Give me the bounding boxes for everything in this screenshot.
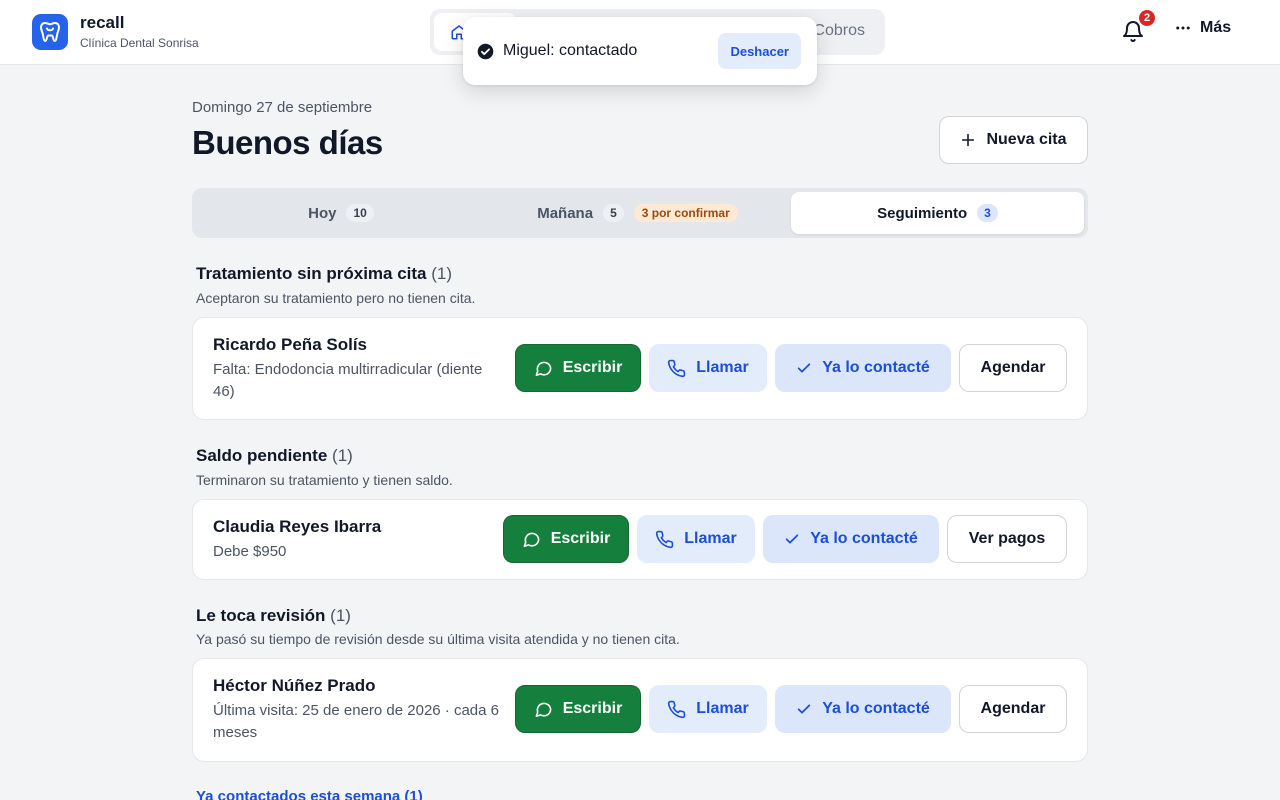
more-dots-icon (1174, 19, 1192, 37)
view-payments-button[interactable]: Ver pagos (947, 515, 1067, 563)
mark-contacted-button[interactable]: Ya lo contacté (775, 344, 951, 392)
phone-icon (655, 530, 674, 549)
patient-card: Claudia Reyes Ibarra Debe $950 Escribir … (192, 499, 1088, 580)
check-icon (784, 531, 800, 547)
section-title-text: Tratamiento sin próxima cita (196, 264, 427, 283)
write-button[interactable]: Escribir (503, 515, 629, 563)
write-label: Escribir (550, 530, 611, 547)
tab-count: 3 (977, 204, 998, 222)
tab-count: 10 (346, 204, 374, 222)
check-icon (796, 360, 812, 376)
phone-icon (667, 359, 686, 378)
nav-item-cobros[interactable]: Cobros (813, 22, 865, 40)
schedule-button[interactable]: Agendar (959, 344, 1067, 392)
section-count: (1) (431, 264, 453, 283)
patient-name[interactable]: Ricardo Peña Solís (213, 335, 367, 355)
call-label: Llamar (684, 530, 737, 547)
new-appointment-button[interactable]: Nueva cita (939, 116, 1088, 164)
mark-contacted-button[interactable]: Ya lo contacté (763, 515, 939, 563)
toast-notification: Miguel: contactado Deshacer (463, 17, 817, 85)
section-title-text: Saldo pendiente (196, 446, 328, 465)
mark-contacted-button[interactable]: Ya lo contacté (775, 685, 951, 733)
call-button[interactable]: Llamar (649, 685, 767, 733)
section-description: Terminaron su tratamiento y tienen saldo… (196, 472, 453, 488)
patient-detail: Falta: Endodoncia multirradicular (dient… (213, 361, 483, 400)
section-title-balance: Saldo pendiente (1) (196, 446, 353, 466)
mark-contacted-label: Ya lo contacté (822, 700, 930, 717)
tab-hoy[interactable]: Hoy 10 (196, 192, 486, 234)
patient-detail: Última visita: 25 de enero de 2026 · cad… (213, 702, 500, 741)
mark-contacted-label: Ya lo contacté (822, 359, 930, 376)
patient-detail: Debe $950 (213, 543, 287, 560)
section-title-checkup: Le toca revisión (1) (196, 606, 351, 626)
more-label: Más (1200, 19, 1232, 36)
call-label: Llamar (696, 359, 749, 376)
page-title: Buenos días (192, 124, 383, 161)
tab-manana[interactable]: Mañana 5 3 por confirmar (490, 192, 785, 234)
section-count: (1) (330, 606, 351, 625)
patient-card: Héctor Núñez Prado Última visita: 25 de … (192, 658, 1088, 762)
current-date: Domingo 27 de septiembre (192, 99, 373, 116)
section-title-treatment: Tratamiento sin próxima cita (1) (196, 264, 452, 284)
call-button[interactable]: Llamar (649, 344, 767, 392)
patient-name[interactable]: Claudia Reyes Ibarra (213, 517, 381, 537)
chat-bubble-icon (522, 530, 541, 549)
call-label: Llamar (696, 700, 749, 717)
tab-count: 5 (603, 204, 624, 222)
undo-button[interactable]: Deshacer (718, 33, 801, 69)
pending-confirm-badge: 3 por confirmar (633, 204, 738, 222)
plus-icon (960, 132, 976, 148)
chat-bubble-icon (534, 359, 553, 378)
card-actions: Escribir Llamar Ya lo contacté Agendar (515, 685, 1067, 733)
patient-card: Ricardo Peña Solís Falta: Endodoncia mul… (192, 317, 1088, 420)
tab-seguimiento[interactable]: Seguimiento 3 (791, 192, 1084, 234)
toast-message: Miguel: contactado (503, 42, 638, 59)
write-button[interactable]: Escribir (515, 685, 641, 733)
clinic-name: Clínica Dental Sonrisa (80, 36, 199, 50)
more-menu-button[interactable]: Más (1174, 19, 1231, 37)
section-title-text: Le toca revisión (196, 606, 326, 625)
schedule-button[interactable]: Agendar (959, 685, 1067, 733)
check-icon (796, 701, 812, 717)
call-button[interactable]: Llamar (637, 515, 755, 563)
notification-badge: 2 (1137, 8, 1157, 28)
tab-label: Seguimiento (877, 204, 968, 222)
tab-label: Hoy (308, 204, 337, 222)
phone-icon (667, 700, 686, 719)
section-description: Aceptaron su tratamiento pero no tienen … (196, 290, 476, 306)
check-circle-icon (477, 43, 494, 60)
tab-label: Mañana (537, 204, 594, 222)
write-button[interactable]: Escribir (515, 344, 641, 392)
mark-contacted-label: Ya lo contacté (810, 530, 918, 547)
write-label: Escribir (562, 700, 623, 717)
contacted-this-week-link[interactable]: Ya contactados esta semana (1) (196, 788, 423, 800)
tooth-icon[interactable] (32, 14, 68, 50)
app-name: recall (80, 13, 125, 32)
schedule-tabs: Hoy 10 Mañana 5 3 por confirmar Seguimie… (192, 188, 1088, 238)
chat-bubble-icon (534, 700, 553, 719)
patient-name[interactable]: Héctor Núñez Prado (213, 676, 375, 696)
card-actions: Escribir Llamar Ya lo contacté Ver pagos (503, 515, 1067, 563)
section-description: Ya pasó su tiempo de revisión desde su ú… (196, 631, 680, 647)
write-label: Escribir (562, 359, 623, 376)
new-appointment-label: Nueva cita (986, 131, 1067, 148)
card-actions: Escribir Llamar Ya lo contacté Agendar (515, 344, 1067, 392)
section-count: (1) (332, 446, 353, 465)
